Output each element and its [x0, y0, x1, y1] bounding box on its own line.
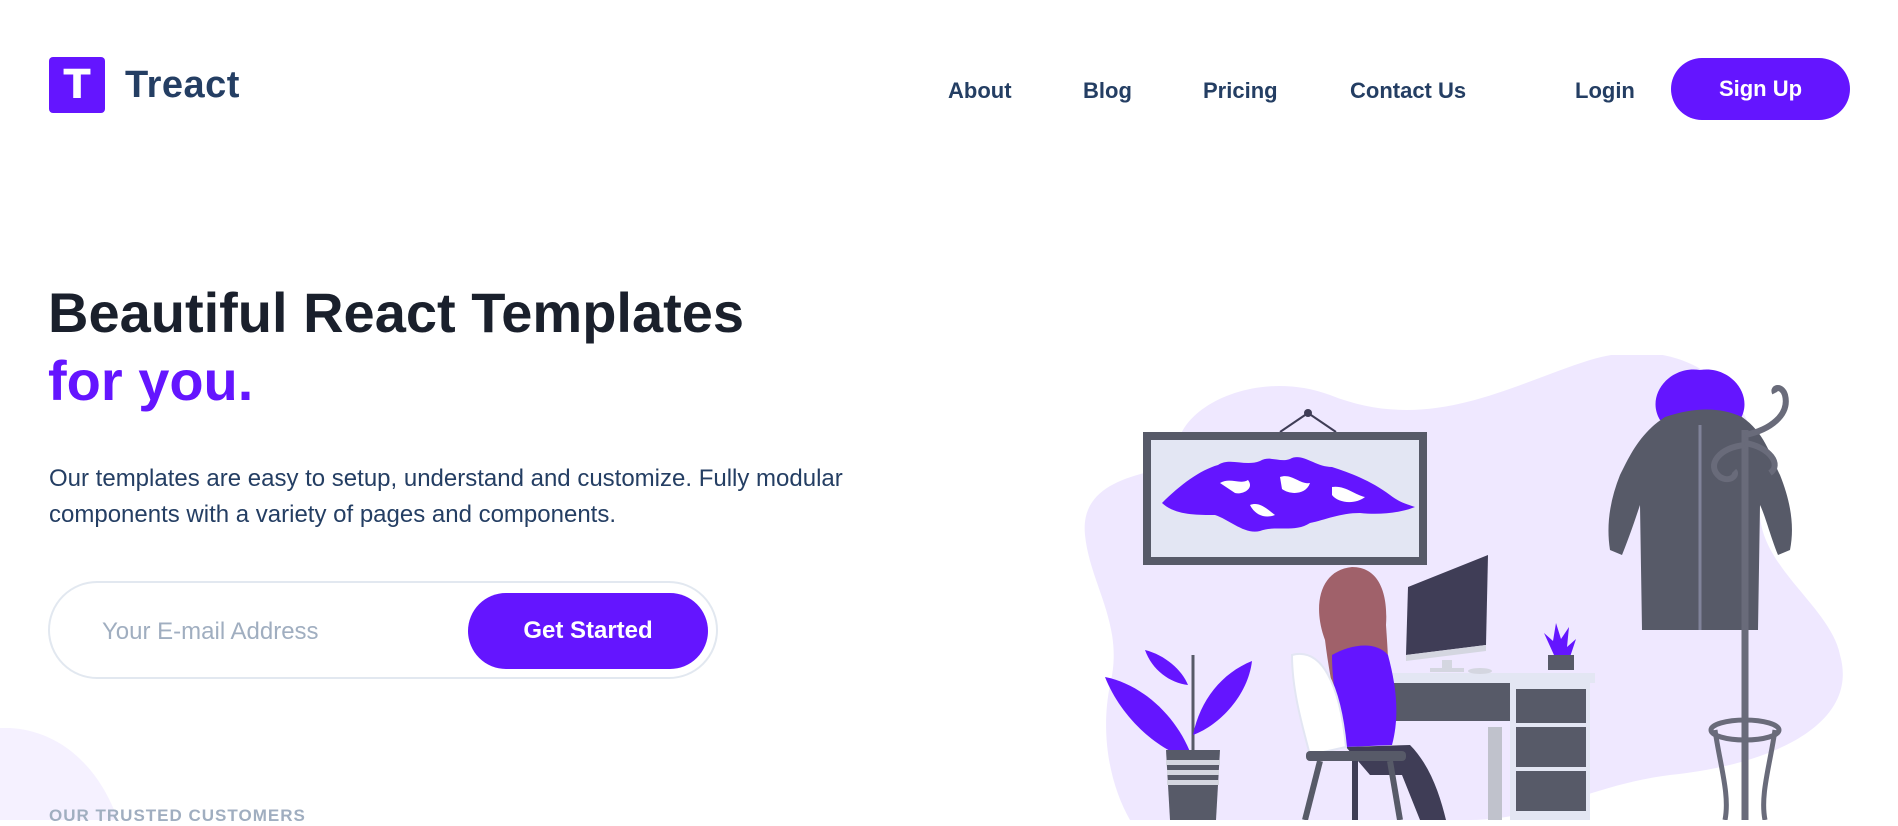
hero-illustration — [1084, 355, 1843, 820]
login-link[interactable]: Login — [1575, 78, 1635, 104]
email-signup-form: Get Started — [48, 581, 718, 679]
hero-heading: Beautiful React Templates — [48, 281, 745, 344]
nav-link-about[interactable]: About — [948, 78, 1012, 104]
logo-link[interactable]: T Treact — [49, 57, 240, 113]
nav-link-pricing[interactable]: Pricing — [1203, 78, 1278, 104]
brand-name: Treact — [125, 63, 240, 106]
signup-button[interactable]: Sign Up — [1671, 58, 1850, 120]
trusted-customers-label: OUR TRUSTED CUSTOMERS — [49, 806, 306, 825]
hero-heading-highlight: for you. — [48, 349, 254, 412]
email-input[interactable] — [100, 611, 484, 653]
hero-description: Our templates are easy to setup, underst… — [49, 465, 843, 528]
nav-link-contact[interactable]: Contact Us — [1350, 78, 1466, 104]
nav-link-blog[interactable]: Blog — [1083, 78, 1132, 104]
get-started-button[interactable]: Get Started — [468, 593, 708, 669]
logo-icon: T — [49, 57, 105, 113]
